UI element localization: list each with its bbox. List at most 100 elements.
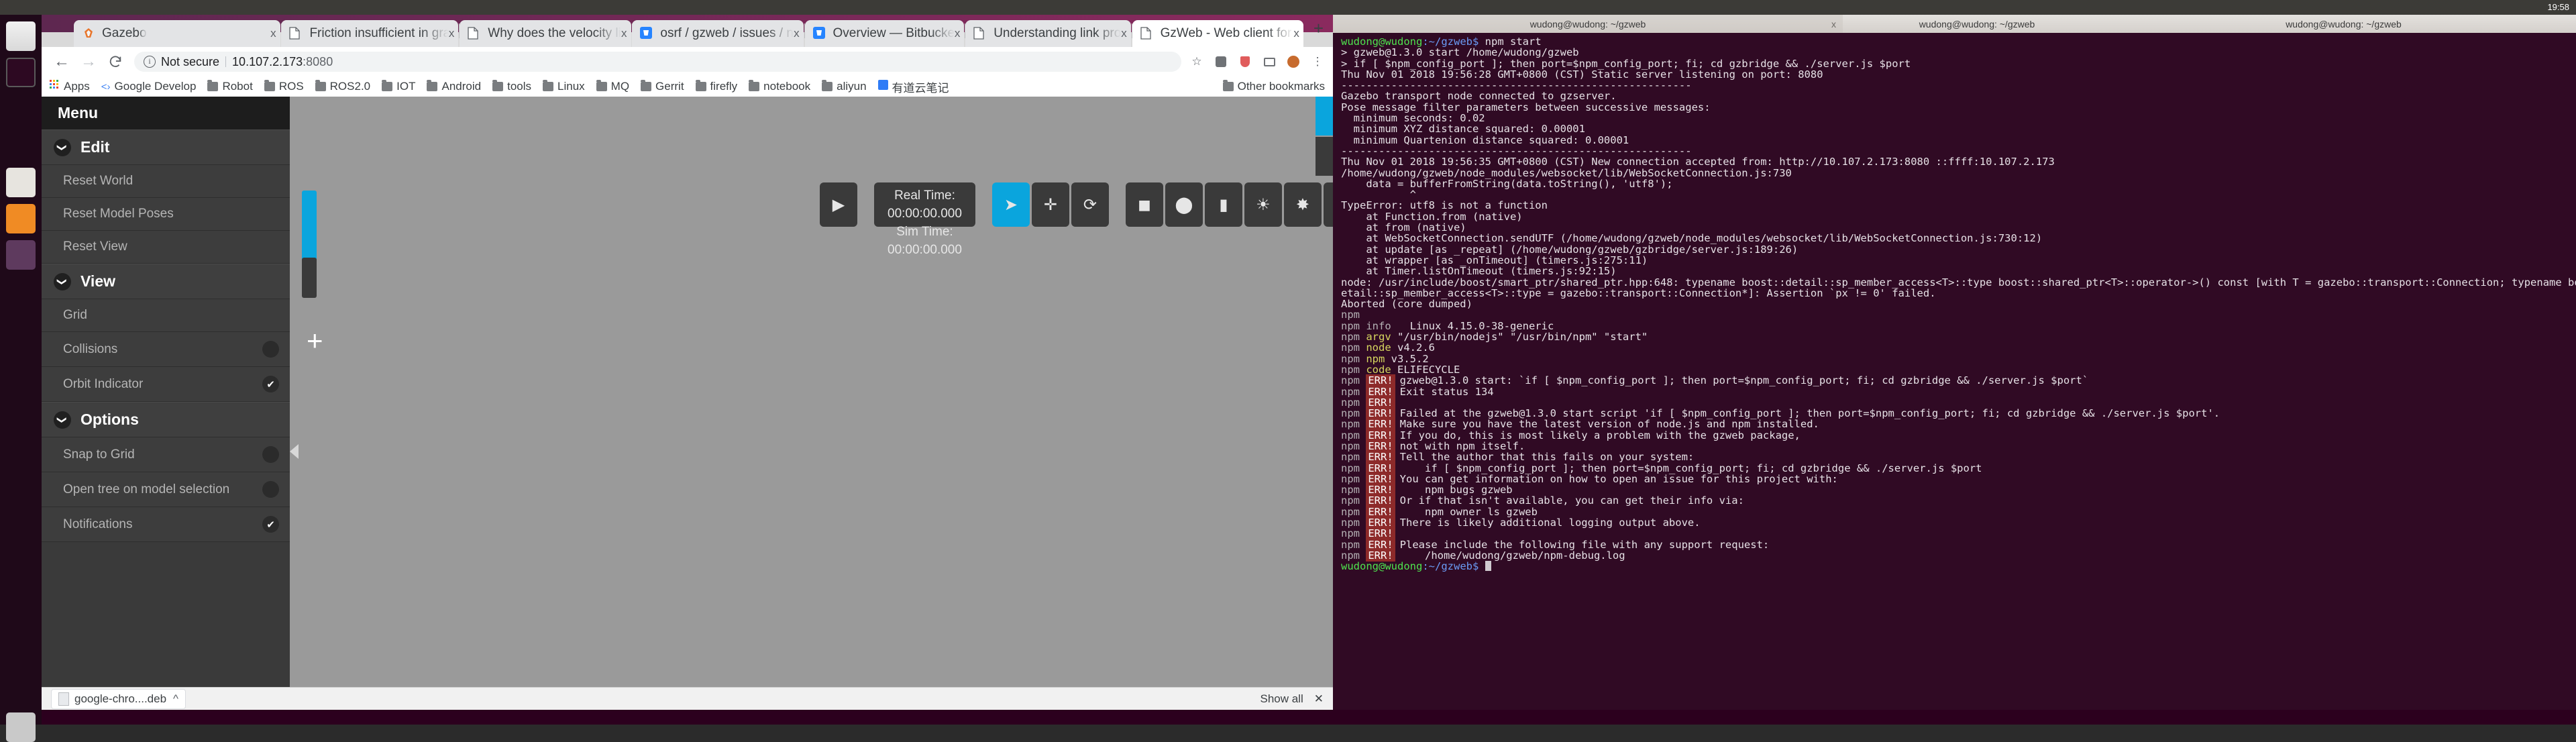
extension-icon[interactable] [1212, 53, 1230, 70]
browser-tab[interactable]: Overview — Bitbucketx [805, 20, 965, 47]
unity-launcher[interactable] [0, 15, 42, 725]
checkbox-unchecked-icon[interactable]: ✔ [262, 446, 279, 463]
files-icon[interactable] [6, 21, 36, 51]
text-editor-icon[interactable] [6, 168, 36, 197]
menu-item[interactable]: Collisions✔ [42, 332, 290, 367]
checkbox-checked-icon[interactable]: ✔ [262, 376, 279, 392]
tab-close-icon[interactable]: x [1293, 27, 1299, 40]
bookmark-item[interactable]: ROS [264, 80, 304, 93]
folder-icon [543, 82, 553, 91]
download-menu-icon[interactable]: ^ [173, 692, 178, 706]
insert-box-icon[interactable]: ◼ [1126, 182, 1163, 227]
insert-cylinder-icon[interactable]: ▮ [1205, 182, 1242, 227]
menu-item-label: Orbit Indicator [63, 377, 143, 392]
chevron-down-icon: ❯ [54, 411, 71, 429]
menu-item[interactable]: Notifications✔ [42, 507, 290, 542]
bookmark-label: Robot [222, 80, 252, 93]
terminal-line: npm ERR!not with npm itself. [1341, 441, 2571, 452]
bookmark-item[interactable]: ROS2.0 [315, 80, 370, 93]
terminal-icon[interactable] [6, 58, 36, 87]
unity-clock[interactable]: 19:58 [2547, 0, 2576, 15]
profile-avatar[interactable] [1285, 53, 1302, 70]
bookmark-item[interactable]: MQ [596, 80, 629, 93]
download-item[interactable]: google-chro....deb ^ [51, 689, 186, 709]
browser-tab[interactable]: Understanding link propex [965, 20, 1131, 47]
tab-close-icon[interactable]: x [270, 27, 276, 40]
right-tab-2[interactable] [1316, 137, 1333, 176]
browser-tab[interactable]: Why does the velocity limix [460, 20, 631, 47]
address-bar[interactable]: i Not secure 10.107.2.173 :8080 [134, 52, 1181, 72]
gazebo-icon[interactable] [6, 204, 36, 233]
reload-icon[interactable] [102, 48, 129, 75]
bookmark-item[interactable]: <›Google Develop [101, 80, 197, 93]
browser-tab[interactable]: osrf / gzweb / issues / newx [632, 20, 803, 47]
trash-icon[interactable] [6, 712, 36, 742]
terminal-output[interactable]: wudong@wudong:~/gzweb$ npm start> gzweb@… [1333, 33, 2576, 710]
browser-tab[interactable]: Friction insufficient in grax [281, 20, 458, 47]
tab-close-icon[interactable]: x [1121, 27, 1127, 40]
menu-section-header[interactable]: ❯Options [42, 402, 290, 437]
menu-item[interactable]: Open tree on model selection✔ [42, 472, 290, 507]
menu-item[interactable]: Snap to Grid✔ [42, 437, 290, 472]
insert-sphere-icon[interactable]: ⬤ [1165, 182, 1203, 227]
bookmark-item[interactable]: notebook [749, 80, 810, 93]
bookmark-item[interactable]: Robot [207, 80, 252, 93]
bookmark-item[interactable]: Apps [50, 80, 90, 93]
directional-light-icon[interactable]: ⫽ [1324, 182, 1333, 227]
point-light-icon[interactable]: ☀ [1244, 182, 1282, 227]
bookmark-star-icon[interactable]: ☆ [1188, 53, 1205, 70]
url-port: :8080 [303, 55, 333, 69]
menu-section-header[interactable]: ❯Edit [42, 129, 290, 165]
tab-close-icon[interactable]: x [955, 27, 961, 40]
page-favicon [289, 27, 303, 40]
youdao-icon [878, 80, 892, 93]
other-bookmarks[interactable]: Other bookmarks [1223, 80, 1325, 93]
bookmark-item[interactable]: Gerrit [641, 80, 684, 93]
terminal-tab[interactable]: wudong@wudong: ~/gzweb [1843, 15, 2111, 33]
checkbox-unchecked-icon[interactable]: ✔ [262, 341, 279, 358]
tab-close-icon[interactable]: x [794, 27, 800, 40]
software-icon[interactable] [6, 240, 36, 270]
menu-section-header[interactable]: ❯View [42, 264, 290, 299]
bookmark-item[interactable]: Android [427, 80, 481, 93]
menu-item[interactable]: Reset View [42, 231, 290, 264]
browser-tab[interactable]: Gazebox [74, 20, 280, 47]
menu-item[interactable]: Reset Model Poses [42, 198, 290, 231]
spot-light-icon[interactable]: ✸ [1284, 182, 1322, 227]
back-icon[interactable]: ← [48, 48, 75, 75]
forward-icon[interactable]: → [75, 48, 102, 75]
select-tool[interactable]: ➤ [992, 182, 1030, 227]
menu-item[interactable]: Grid [42, 299, 290, 332]
browser-tab[interactable]: GzWeb - Web client for Gax [1132, 20, 1303, 47]
tab-close-icon[interactable]: x [449, 27, 455, 40]
shield-icon[interactable] [1236, 53, 1254, 70]
terminal-tabbar: wudong@wudong: ~/gzwebxwudong@wudong: ~/… [1333, 15, 2576, 33]
menu-item[interactable]: Orbit Indicator ✔ [42, 367, 290, 402]
bookmark-label: Gerrit [655, 80, 684, 93]
bookmark-item[interactable]: aliyun [822, 80, 866, 93]
right-tab-1[interactable] [1316, 97, 1333, 136]
cast-icon[interactable] [1260, 53, 1278, 70]
play-button[interactable]: ▶ [820, 182, 857, 227]
checkbox-checked-icon[interactable]: ✔ [262, 516, 279, 533]
menu-item[interactable]: Reset World [42, 165, 290, 198]
bookmark-item[interactable]: firefly [696, 80, 738, 93]
close-shelf-icon[interactable]: ✕ [1314, 692, 1324, 706]
bookmark-item[interactable]: IOT [382, 80, 415, 93]
chrome-menu-icon[interactable]: ⋮ [1309, 53, 1326, 70]
right-panel-tab-b[interactable] [302, 258, 317, 298]
show-all-button[interactable]: Show all [1260, 692, 1303, 706]
new-tab-button[interactable]: + [1304, 18, 1333, 39]
bookmark-item[interactable]: tools [492, 80, 531, 93]
collapse-arrow-icon[interactable] [290, 444, 299, 459]
bookmark-item[interactable]: 有道云笔记 [878, 78, 949, 95]
terminal-tab[interactable]: wudong@wudong: ~/gzwebx [1333, 15, 1843, 33]
tab-close-icon[interactable]: x [621, 27, 627, 40]
rotate-tool[interactable]: ⟳ [1071, 182, 1109, 227]
insert-plus-icon[interactable]: + [307, 325, 323, 357]
terminal-tab-close-icon[interactable]: x [1831, 19, 1836, 30]
translate-tool[interactable]: ✛ [1032, 182, 1069, 227]
terminal-tab[interactable]: wudong@wudong: ~/gzweb [2111, 15, 2576, 33]
bookmark-item[interactable]: Linux [543, 80, 585, 93]
checkbox-unchecked-icon[interactable]: ✔ [262, 481, 279, 498]
